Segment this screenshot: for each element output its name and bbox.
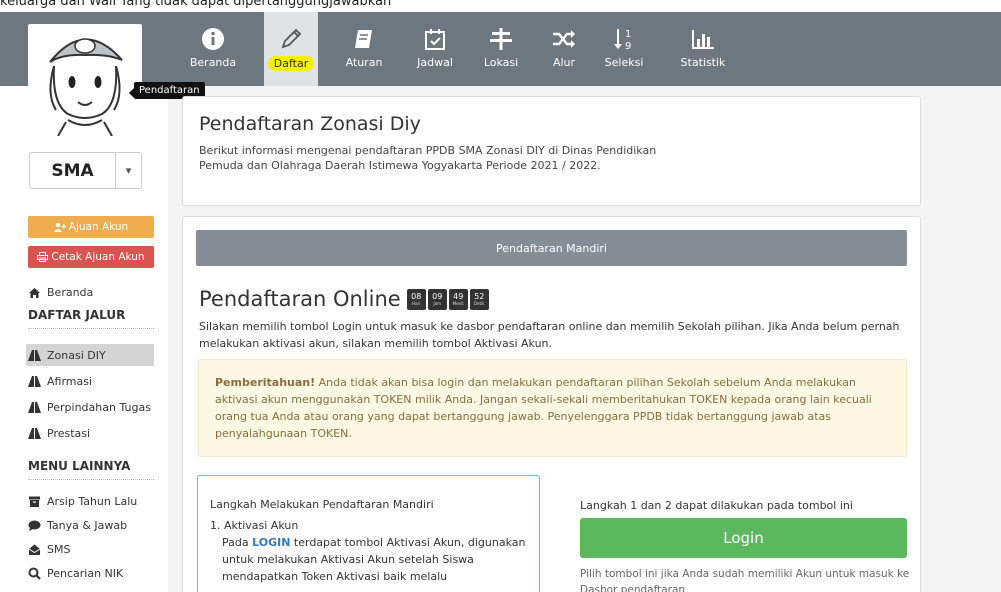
online-title: Pendaftaran Online xyxy=(199,287,401,311)
pencil-icon xyxy=(281,28,302,49)
login-link[interactable]: LOGIN xyxy=(252,536,290,549)
nav-item-aturan[interactable]: Aturan xyxy=(342,12,386,86)
sidebar-item-sms[interactable]: SMS xyxy=(28,538,154,560)
menu-lainnya-heading: MENU LAINNYA xyxy=(28,459,154,480)
intro-text: Silakan memilih tombol Login untuk masuk… xyxy=(199,320,900,350)
nav-label-jadwal: Jadwal xyxy=(417,56,453,69)
road-icon xyxy=(28,349,41,361)
countdown-hours: 09 Jam xyxy=(427,288,447,310)
random-icon xyxy=(553,30,575,48)
sidebar-item-arsip[interactable]: Arsip Tahun Lalu xyxy=(28,490,154,512)
envelope-open-icon xyxy=(28,544,41,555)
sidebar-item-prestasi[interactable]: Prestasi xyxy=(28,422,154,444)
cetak-ajuan-button[interactable]: Cetak Ajuan Akun xyxy=(28,246,154,268)
page-description: Berikut informasi mengenai pendaftaran P… xyxy=(199,144,657,172)
nav-item-lokasi[interactable]: Lokasi xyxy=(478,12,524,86)
bar-chart-icon xyxy=(692,30,714,49)
nav-label-alur: Alur xyxy=(552,56,576,69)
nav-label-seleksi: Seleksi xyxy=(604,56,644,69)
nav-item-beranda[interactable]: Beranda xyxy=(190,12,236,86)
notice-strong: Pemberitahuan! xyxy=(215,376,316,389)
ajuan-akun-label: Ajuan Akun xyxy=(68,221,129,233)
cetak-ajuan-label: Cetak Ajuan Akun xyxy=(51,251,145,263)
sort-numeric-icon: 19 xyxy=(614,29,631,52)
sidebar-item-label: Beranda xyxy=(47,285,94,299)
countdown-days: 08 Hari xyxy=(406,288,426,310)
login-note: Pilih tombol ini jika Anda sudah memilik… xyxy=(580,568,910,592)
comment-icon xyxy=(28,520,41,531)
notice-alert: Pemberitahuan! Anda tidak akan bisa logi… xyxy=(198,359,907,457)
nav-label-daftar: Daftar xyxy=(267,56,315,71)
steps-box: Langkah Melakukan Pendaftaran Mandiri 1.… xyxy=(197,475,540,592)
sidebar-item-beranda[interactable]: Beranda xyxy=(28,281,154,303)
nav-item-seleksi[interactable]: 19 Seleksi xyxy=(604,12,644,86)
level-select[interactable]: SMA ▾ xyxy=(29,152,142,189)
sidebar-item-tanya-jawab[interactable]: Tanya & Jawab xyxy=(28,514,154,536)
user-plus-icon xyxy=(53,222,66,232)
road-icon xyxy=(28,375,41,387)
nav-item-alur[interactable]: Alur xyxy=(544,12,584,86)
nav-item-jadwal[interactable]: Jadwal xyxy=(410,12,460,86)
sidebar: Pendaftaran SMA ▾ Ajuan Akun Cetak Ajuan… xyxy=(0,24,205,592)
countdown-minutes: 49 Menit xyxy=(448,288,468,310)
sidebar-item-label: Afirmasi xyxy=(47,374,93,388)
nav-label-statistik: Statistik xyxy=(680,56,726,69)
sidebar-item-label: Arsip Tahun Lalu xyxy=(47,494,138,508)
info-icon xyxy=(202,28,224,50)
countdown-seconds: 52 Detik xyxy=(469,288,489,310)
login-hint: Langkah 1 dan 2 dapat dilakukan pada tom… xyxy=(580,499,853,512)
sidebar-item-zonasi-diy[interactable]: Zonasi DIY xyxy=(26,344,154,366)
signpost-icon xyxy=(490,28,512,50)
step-1-title: 1. Aktivasi Akun xyxy=(210,519,299,532)
nav-label-beranda: Beranda xyxy=(189,56,237,69)
sidebar-item-afirmasi[interactable]: Afirmasi xyxy=(28,370,154,392)
daftar-jalur-heading: DAFTAR JALUR xyxy=(28,308,154,329)
calendar-check-icon xyxy=(425,29,445,50)
nav-label-lokasi: Lokasi xyxy=(483,56,519,69)
nav-item-statistik[interactable]: Statistik xyxy=(676,12,730,86)
svg-text:9: 9 xyxy=(625,41,631,52)
login-column: Langkah 1 dan 2 dapat dilakukan pada tom… xyxy=(580,499,910,592)
top-strip: keluarga dan Wali Yang tidak dapat diper… xyxy=(0,0,1001,12)
sidebar-item-label: Perpindahan Tugas xyxy=(47,400,151,414)
sidebar-item-label: Zonasi DIY xyxy=(47,348,106,362)
page-title: Pendaftaran Zonasi Diy xyxy=(199,113,421,135)
login-button[interactable]: Login xyxy=(580,518,907,558)
top-navigation: Beranda Daftar Aturan Jadwal Lokasi Alur… xyxy=(0,12,1001,86)
road-icon xyxy=(28,401,41,413)
online-title-row: Pendaftaran Online 08 Hari 09 Jam 49 Menit … xyxy=(199,287,491,311)
svg-text:1: 1 xyxy=(625,29,631,40)
nav-label-aturan: Aturan xyxy=(345,56,383,69)
avatar xyxy=(28,24,142,136)
sidebar-item-label: SMS xyxy=(47,542,71,556)
sidebar-item-pencarian-nik[interactable]: Pencarian NIK xyxy=(28,562,154,584)
ajuan-akun-button[interactable]: Ajuan Akun xyxy=(28,216,154,238)
print-icon xyxy=(37,252,49,262)
registration-card: Pendaftaran Mandiri Pendaftaran Online 0… xyxy=(182,216,921,592)
sidebar-item-label: Prestasi xyxy=(47,426,91,440)
archive-icon xyxy=(29,496,40,507)
nav-item-daftar[interactable]: Daftar xyxy=(264,12,318,86)
header-card: Pendaftaran Zonasi Diy Berikut informasi… xyxy=(182,96,921,206)
book-icon xyxy=(355,30,372,48)
sidebar-item-label: Pencarian NIK xyxy=(47,566,124,580)
step-1-text: Pada LOGIN terdapat tombol Aktivasi Akun… xyxy=(222,536,526,583)
road-icon xyxy=(28,427,41,439)
search-icon xyxy=(28,567,41,580)
chevron-down-icon[interactable]: ▾ xyxy=(116,153,141,188)
pendaftaran-mandiri-bar: Pendaftaran Mandiri xyxy=(196,230,907,266)
sidebar-item-perpindahan-tugas[interactable]: Perpindahan Tugas xyxy=(28,396,154,418)
home-icon xyxy=(29,287,40,298)
steps-title: Langkah Melakukan Pendaftaran Mandiri xyxy=(210,498,434,511)
level-select-value: SMA xyxy=(30,153,116,188)
top-strip-text: keluarga dan Wali Yang tidak dapat diper… xyxy=(0,0,392,9)
sidebar-item-label: Tanya & Jawab xyxy=(47,518,128,532)
